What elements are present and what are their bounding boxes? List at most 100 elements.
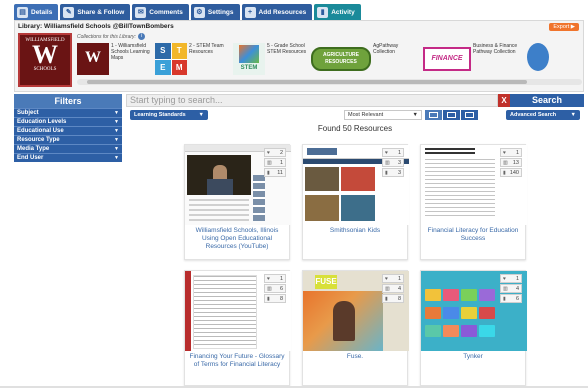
screenshot-lines	[189, 199, 249, 221]
add-resources-icon: +	[244, 6, 256, 18]
collection-item[interactable]: FINANCE Business & Finance Pathway Colle…	[423, 43, 523, 75]
collection-item[interactable]: S T E M 2 - STEM Team Resources	[155, 43, 229, 75]
share-icon: ✎	[63, 6, 75, 18]
grid-view-button[interactable]	[425, 110, 442, 120]
filters-heading: Filters	[14, 94, 122, 108]
views-stat: ▮ 8	[382, 294, 404, 303]
stat-value: 140	[509, 169, 519, 176]
tab-bar: ▤ Details ✎ Share & Follow ✉ Comments ⚙ …	[14, 4, 361, 20]
learning-standards-button[interactable]: Learning Standards ▼	[130, 110, 208, 120]
resource-title[interactable]: Smithsonian Kids	[307, 227, 403, 235]
info-icon[interactable]: i	[137, 33, 145, 40]
screenshot-tile	[461, 325, 477, 337]
collections-label-text: Collections for this Library:	[77, 33, 136, 40]
screenshot-text	[425, 159, 495, 219]
search-input[interactable]: Start typing to search...	[126, 94, 498, 107]
tab-add-resources[interactable]: + Add Resources	[241, 4, 313, 20]
filter-resource-type[interactable]: Resource Type ▼	[14, 135, 122, 144]
stat-value: 3	[397, 169, 401, 176]
library-icon: ▥	[385, 159, 390, 166]
chevron-down-icon: ▼	[114, 128, 119, 134]
stem-letter: T	[171, 43, 187, 59]
tab-label: Settings	[207, 8, 234, 16]
tile-view-button[interactable]	[443, 110, 460, 120]
filter-educational-use[interactable]: Educational Use ▼	[14, 126, 122, 135]
chevron-down-icon: ▼	[198, 112, 204, 118]
list-view-button[interactable]	[461, 110, 478, 120]
chevron-down-icon: ▼	[114, 155, 119, 161]
stat-value: 1	[279, 159, 283, 166]
scrollbar-thumb[interactable]	[87, 80, 527, 84]
resource-title[interactable]: Financing Your Future - Glossary of Term…	[189, 353, 285, 369]
likes-stat: ♥ 1	[500, 274, 522, 283]
resource-title[interactable]: Financial Literacy for Education Success	[425, 227, 521, 243]
screenshot-logo	[307, 148, 337, 155]
list-view-icon	[465, 112, 474, 118]
activity-icon: ▮	[317, 6, 329, 18]
sort-value: Most Relevant	[348, 112, 384, 118]
resource-card[interactable]: ♥ 1 ▥ 6 ▮ 8 Financing Your Future - Glossar…	[184, 270, 291, 386]
stat-value: 8	[397, 295, 401, 302]
views-stat: ▮ 8	[264, 294, 286, 303]
logo-letter: W	[32, 40, 58, 69]
filter-education-levels[interactable]: Education Levels ▼	[14, 117, 122, 126]
likes-stat: ♥ 1	[382, 148, 404, 157]
tab-details[interactable]: ▤ Details	[14, 4, 59, 20]
stat-value: 8	[279, 295, 283, 302]
resource-stats: ♥ 2 ▥ 1 ▮ 11	[264, 148, 286, 177]
library-icon: ▥	[267, 285, 272, 292]
screenshot-tile	[443, 307, 459, 319]
screenshot-tile	[425, 325, 441, 337]
export-button[interactable]: Export ▶	[549, 23, 579, 31]
collection-item[interactable]: STEM 5 - Grade School STEM Resources	[233, 43, 307, 75]
comments-icon: ✉	[135, 6, 147, 18]
resource-card[interactable]: FUSE ♥ 1 ▥ 4 ▮ 8 Fuse.	[302, 270, 409, 386]
sort-select[interactable]: Most Relevant ▼	[344, 110, 422, 120]
search-button[interactable]: Search	[510, 94, 584, 107]
stat-value: 11	[277, 169, 283, 176]
libraries-stat: ▥ 4	[500, 284, 522, 293]
tab-activity[interactable]: ▮ Activity	[314, 4, 361, 20]
library-header: Library: Williamsfield Schools @BillTown…	[14, 20, 584, 92]
grid-view-icon	[429, 112, 438, 118]
resource-card[interactable]: ♥ 1 ▥ 3 ▮ 3 Smithsonian Kids	[302, 144, 409, 260]
collections-carousel: W 1 - Williamsfield Schools Learning Map…	[77, 43, 551, 75]
stat-value: 6	[515, 295, 519, 302]
resource-card[interactable]: ♥ 1 ▥ 4 ▮ 6 Tynker	[420, 270, 527, 386]
filter-end-user[interactable]: End User ▼	[14, 153, 122, 162]
collection-item[interactable]: W 1 - Williamsfield Schools Learning Map…	[77, 43, 151, 75]
likes-stat: ♥ 1	[264, 274, 286, 283]
resource-stats: ♥ 1 ▥ 4 ▮ 8	[382, 274, 404, 303]
collections-scrollbar[interactable]	[77, 79, 582, 85]
screenshot-tile	[443, 289, 459, 301]
tab-label: Comments	[149, 8, 183, 16]
resource-title[interactable]: Tynker	[425, 353, 521, 361]
filter-media-type[interactable]: Media Type ▼	[14, 144, 122, 153]
advanced-search-button[interactable]: Advanced Search ▼	[506, 110, 580, 120]
clear-search-button[interactable]: X	[498, 94, 510, 107]
tab-comments[interactable]: ✉ Comments	[132, 4, 189, 20]
resource-card[interactable]: ♥ 1 ▥ 13 ▮ 140 Financial Literacy for Educa…	[420, 144, 527, 260]
heart-icon: ♥	[267, 149, 270, 156]
collection-item[interactable]	[527, 43, 551, 75]
resource-card[interactable]: ♥ 2 ▥ 1 ▮ 11 Williamsfield Schools, Illinoi…	[184, 144, 291, 260]
tab-settings[interactable]: ⚙ Settings	[190, 4, 240, 20]
collection-thumbnail: S T E M	[155, 43, 187, 75]
filter-label: Media Type	[17, 146, 50, 152]
filter-subject[interactable]: Subject ▼	[14, 108, 122, 117]
tab-share-follow[interactable]: ✎ Share & Follow	[60, 4, 131, 20]
likes-stat: ♥ 1	[382, 274, 404, 283]
views-stat: ▮ 6	[500, 294, 522, 303]
results-count: Found 50 Resources	[317, 124, 393, 133]
collection-item[interactable]: AGRICULTURE RESOURCES AgPathway Collecti…	[311, 43, 419, 75]
resource-title[interactable]: Fuse.	[307, 353, 403, 361]
stat-value: 4	[515, 285, 519, 292]
screenshot-tile	[461, 289, 477, 301]
stem-letter: S	[155, 43, 171, 59]
stat-value: 1	[397, 275, 401, 282]
resource-title[interactable]: Williamsfield Schools, Illinois Using Op…	[189, 227, 285, 251]
stat-value: 2	[279, 149, 283, 156]
views-icon: ▮	[267, 169, 270, 176]
filter-label: Subject	[17, 110, 39, 116]
filters-panel: Filters Subject ▼ Education Levels ▼ Educa…	[14, 94, 122, 162]
